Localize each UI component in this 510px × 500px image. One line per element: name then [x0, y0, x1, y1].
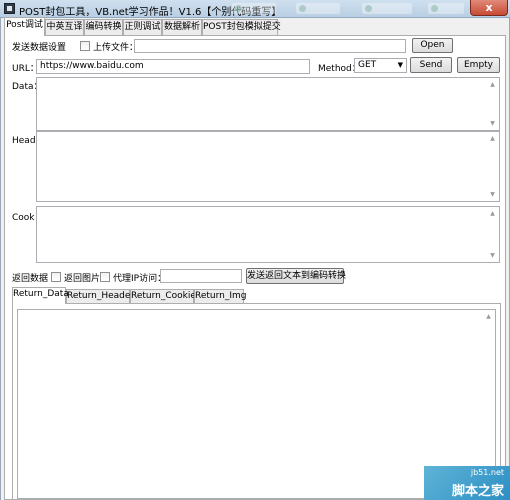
return-image-checkbox[interactable]: [51, 272, 61, 282]
send-settings-label: 发送数据设置: [12, 43, 67, 53]
return-image-label: 返回图片: [64, 274, 101, 284]
send-button[interactable]: Send: [410, 57, 452, 73]
method-value: GET: [358, 60, 377, 70]
watermark-site: jb51.net: [470, 468, 504, 477]
scroll-up-icon[interactable]: ▲: [486, 78, 499, 91]
tab-translate[interactable]: 中英互译: [45, 19, 84, 35]
scroll-up-icon[interactable]: ▲: [486, 207, 499, 220]
tab-return-data[interactable]: Return_Data: [12, 287, 69, 304]
tab-encoding[interactable]: 编码转换: [84, 19, 123, 35]
background-taskbar-item-icon: [428, 3, 464, 14]
chevron-down-icon: ▼: [397, 61, 403, 69]
window-close-button[interactable]: x: [470, 0, 508, 16]
empty-button[interactable]: Empty: [457, 57, 500, 73]
scroll-down-icon[interactable]: ▼: [486, 117, 499, 130]
data-scrollbar[interactable]: ▲ ▼: [486, 78, 499, 130]
method-select[interactable]: GET ▼: [354, 58, 407, 73]
upload-file-checkbox[interactable]: [80, 41, 90, 51]
scroll-down-icon[interactable]: ▼: [486, 249, 499, 262]
tab-return-img[interactable]: Return_Img: [194, 289, 247, 303]
tab-post-simulate[interactable]: POST封包模拟提交: [202, 19, 281, 35]
proxy-ip-input[interactable]: [160, 269, 242, 283]
proxy-ip-checkbox[interactable]: [100, 272, 110, 282]
background-taskbar-item-icon: [232, 3, 276, 14]
tab-return-header[interactable]: Return_Header: [66, 289, 134, 303]
tab-regex[interactable]: 正则调试: [123, 19, 162, 35]
proxy-ip-label: 代理IP访问：: [113, 274, 167, 284]
scroll-up-icon[interactable]: ▲: [486, 132, 499, 145]
url-input[interactable]: https://www.baidu.com: [36, 59, 310, 74]
open-button[interactable]: Open: [412, 38, 453, 53]
scroll-up-icon[interactable]: ▲: [482, 310, 495, 323]
upload-file-input[interactable]: [134, 39, 406, 53]
background-taskbar-item-icon: [362, 3, 412, 14]
watermark-name: 脚本之家: [451, 484, 504, 499]
title-bar: POST封包工具，VB.net学习作品！V1.6【个别代码重写】 x: [0, 0, 510, 18]
app-icon: [4, 3, 15, 14]
tab-post-debug[interactable]: Post调试: [4, 17, 45, 36]
background-taskbar-item-icon: [296, 3, 340, 14]
head-scrollbar[interactable]: ▲ ▼: [486, 132, 499, 201]
tab-data-parse[interactable]: 数据解析: [162, 19, 202, 35]
send-to-encode-button[interactable]: 发送返回文本到编码转换: [246, 268, 346, 284]
return-data-label: 返回数据: [12, 274, 49, 284]
tab-return-cookie[interactable]: Return_Cookie: [130, 289, 196, 303]
data-textarea[interactable]: ▲ ▼: [36, 77, 500, 131]
url-label: URL：: [12, 64, 39, 74]
upload-file-label: 上传文件：: [93, 43, 139, 53]
site-watermark: jb51.net 脚本之家: [424, 466, 510, 500]
head-textarea[interactable]: ▲ ▼: [36, 131, 500, 202]
cook-scrollbar[interactable]: ▲ ▼: [486, 207, 499, 262]
scroll-down-icon[interactable]: ▼: [486, 188, 499, 201]
cook-textarea[interactable]: ▲ ▼: [36, 206, 500, 263]
